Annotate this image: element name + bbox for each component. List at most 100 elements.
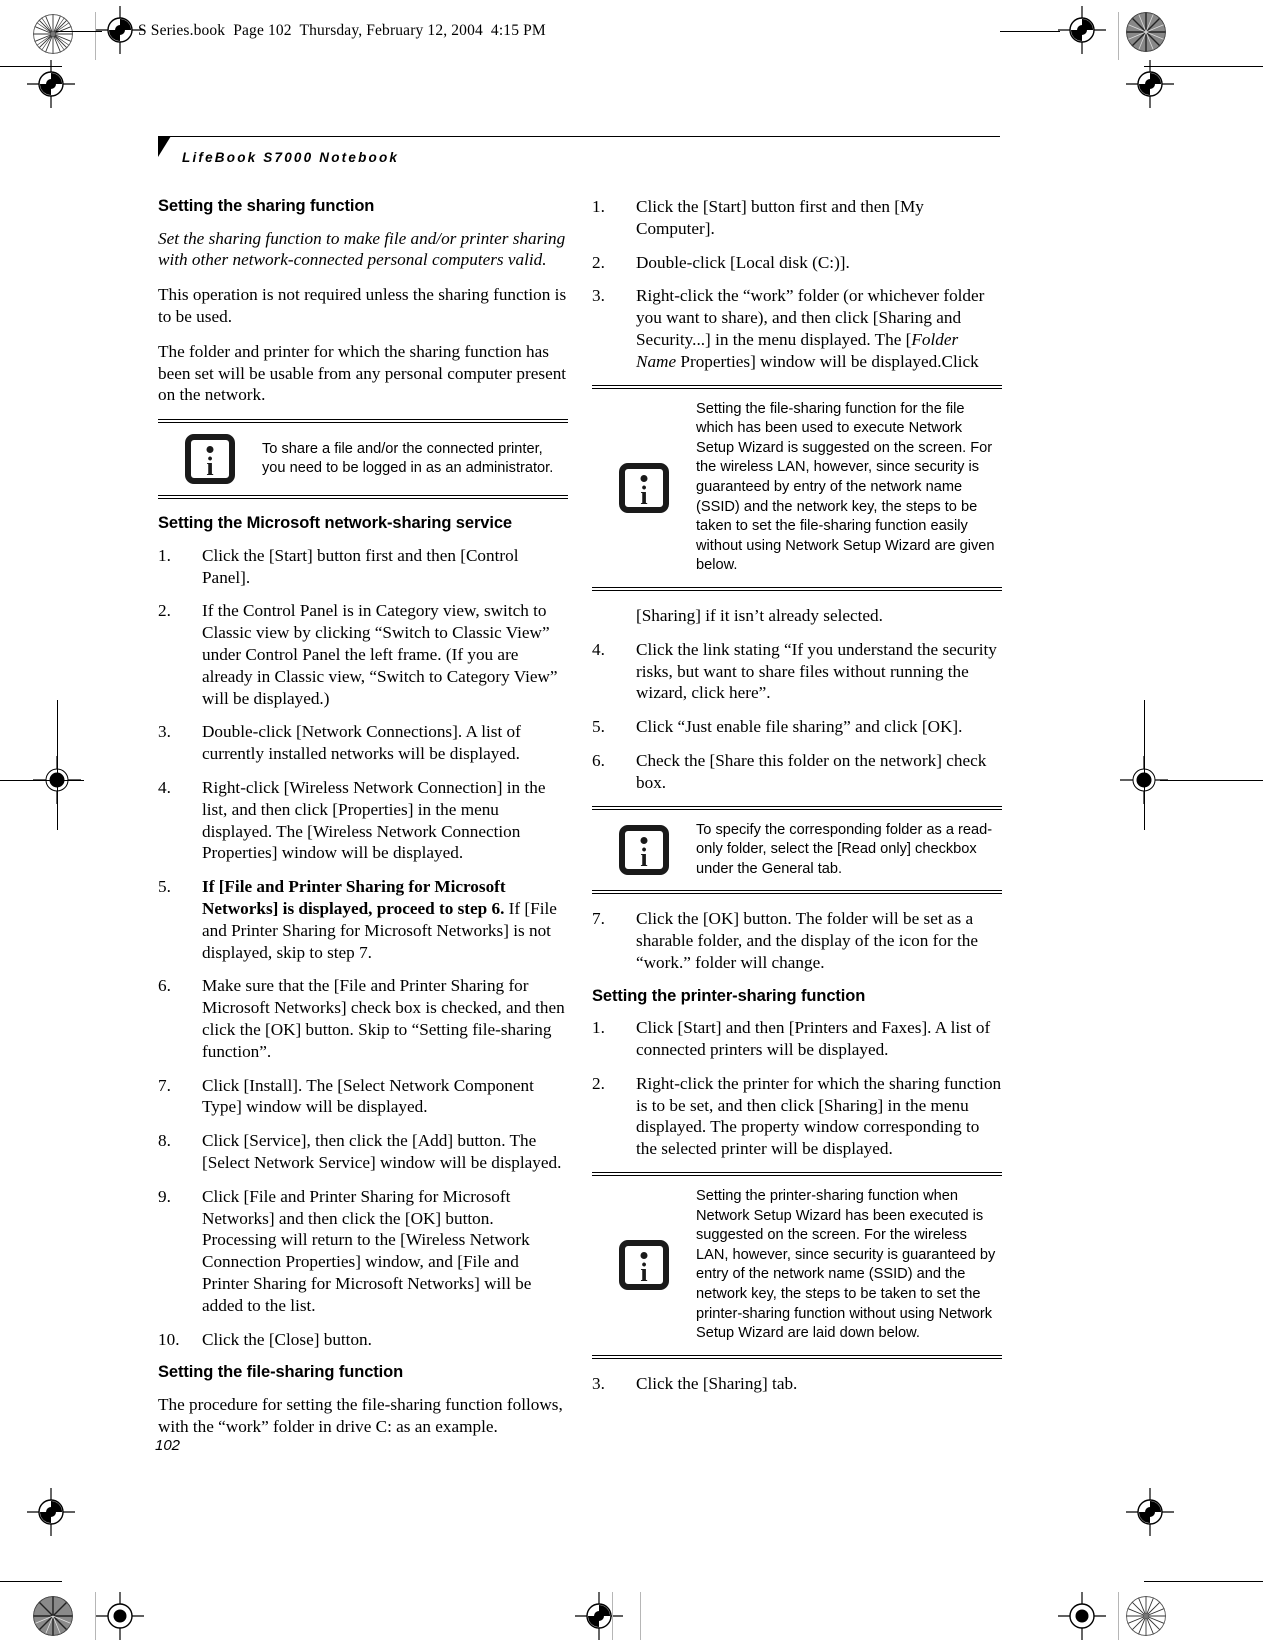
step-text: Right-click the printer for which the sh… <box>636 1073 1002 1159</box>
step-number: 3. <box>592 1373 605 1393</box>
step-number: 7. <box>592 909 605 929</box>
right-steps-list-b: 4. Click the link stating “If you underst… <box>592 639 1002 794</box>
step-number: 1. <box>592 1018 605 1038</box>
list-item: 7. Click [Install]. The [Select Network C… <box>158 1075 568 1119</box>
step-text: Click [File and Printer Sharing for Micr… <box>202 1186 532 1315</box>
right-column: 1. Click the [Start] button first and the… <box>592 196 1002 1407</box>
note-icon-wrap: i <box>592 1240 696 1291</box>
step-text: Double-click [Network Connections]. A li… <box>202 722 521 764</box>
heading-microsoft-network-sharing-service: Setting the Microsoft network-sharing se… <box>158 514 512 533</box>
list-item: 2. Double-click [Local disk (C:)]. <box>592 252 1002 274</box>
paragraph-procedure-file-sharing: The procedure for setting the file-shari… <box>158 1394 563 1436</box>
info-icon-stem: i <box>206 452 214 482</box>
list-item: 1. Click [Start] and then [Printers and F… <box>592 1017 1002 1061</box>
list-item: 7. Click the [OK] button. The folder will… <box>592 908 1002 973</box>
list-item: 5. Click “Just enable file sharing” and c… <box>592 716 1002 738</box>
step-text: Click the [Start] button first and then … <box>636 197 924 238</box>
step-number: 4. <box>592 639 605 659</box>
step-number: 10. <box>158 1329 180 1349</box>
list-item: 1. Click the [Start] button first and the… <box>158 545 568 589</box>
info-icon-stem: i <box>640 480 648 510</box>
step-number: 1. <box>158 545 171 565</box>
running-head: LifeBook S7000 Notebook <box>182 150 400 165</box>
step-text: Click [Start] and then [Printers and Fax… <box>636 1018 991 1060</box>
document-page: S Series.book Page 102 Thursday, Februar… <box>0 0 1263 1650</box>
step-text: Click the [Start] button first and then … <box>202 545 519 587</box>
step-text: Click [Service], then click the [Add] bu… <box>202 1131 562 1172</box>
list-item: 6. Make sure that the [File and Printer S… <box>158 975 568 1062</box>
step-number: 6. <box>592 750 605 770</box>
right-steps-list-c: 7. Click the [OK] button. The folder will… <box>592 908 1002 973</box>
header-rule <box>158 136 1000 137</box>
list-item: 3. Click the [Sharing] tab. <box>592 1373 1002 1395</box>
paragraph-folder-and-printer: The folder and printer for which the sha… <box>158 341 567 405</box>
heading-setting-the-sharing-function: Setting the sharing function <box>158 197 375 215</box>
list-item: 2. If the Control Panel is in Category vi… <box>158 600 568 709</box>
page-number: 102 <box>155 1437 181 1454</box>
step-number: 5. <box>158 877 171 897</box>
step-number: 2. <box>158 601 171 621</box>
info-icon-stem: i <box>640 842 648 872</box>
step-text: Check the [Share this folder on the netw… <box>636 750 987 792</box>
paragraph-operation-not-required: This operation is not required unless th… <box>158 285 567 327</box>
step-number: 3. <box>158 722 171 742</box>
book-file-header: S Series.book Page 102 Thursday, Februar… <box>138 22 546 39</box>
note-icon-wrap: i <box>592 824 696 875</box>
info-icon: i <box>619 824 669 875</box>
right-steps-list-e: 3. Click the [Sharing] tab. <box>592 1373 1002 1395</box>
note-text: To specify the corresponding folder as a… <box>696 821 993 877</box>
step-number: 2. <box>592 252 605 272</box>
continuation-text: [Sharing] if it isn’t already selected. <box>636 605 883 625</box>
step-text: Double-click [Local disk (C:)]. <box>636 252 850 272</box>
list-item: 4. Click the link stating “If you underst… <box>592 639 1002 704</box>
step-number: 2. <box>592 1073 605 1093</box>
step-number: 3. <box>592 286 605 306</box>
step-text: If the Control Panel is in Category view… <box>202 601 558 708</box>
list-item: 8. Click [Service], then click the [Add] … <box>158 1130 568 1174</box>
note-icon-wrap: i <box>592 462 696 513</box>
right-steps-list-a: 1. Click the [Start] button first and the… <box>592 196 1002 373</box>
note-rule-bottom <box>592 1354 1002 1359</box>
note-icon-wrap: i <box>158 434 262 485</box>
step-text-tail: Properties] window will be displayed.Cli… <box>676 351 979 371</box>
info-icon-stem: i <box>640 1258 648 1288</box>
list-item: 10. Click the [Close] button. <box>158 1329 568 1351</box>
info-icon: i <box>185 434 235 485</box>
step-text: Click the [OK] button. The folder will b… <box>636 909 978 972</box>
step-number: 8. <box>158 1131 171 1151</box>
step-number: 7. <box>158 1075 171 1095</box>
list-item: 2. Right-click the printer for which the … <box>592 1073 1002 1160</box>
list-item: 3. Right-click the “work” folder (or whic… <box>592 285 1002 372</box>
step-continuation-text: [Sharing] if it isn’t already selected. <box>592 605 1002 627</box>
step-number: 4. <box>158 778 171 797</box>
heading-file-sharing-function: Setting the file-sharing function <box>158 1363 404 1382</box>
header-tab-marker <box>158 136 171 157</box>
note-text: Setting the file-sharing function for th… <box>696 400 995 574</box>
list-item: 5. If [File and Printer Sharing for Micro… <box>158 876 568 963</box>
left-steps-list: 1. Click the [Start] button first and the… <box>158 545 568 1351</box>
info-icon: i <box>619 462 669 513</box>
note-rule-bottom <box>592 586 1002 591</box>
note-rule-bottom <box>158 495 568 500</box>
list-item: 6. Check the [Share this folder on the ne… <box>592 750 1002 794</box>
info-icon: i <box>619 1240 669 1291</box>
list-item: 3. Double-click [Network Connections]. A … <box>158 721 568 765</box>
step-text: Click the link stating “If you understan… <box>636 639 997 703</box>
step-text: Right-click [Wireless Network Connection… <box>202 778 546 863</box>
step-text: Click “Just enable file sharing” and cli… <box>636 717 963 737</box>
note-box-printer-sharing-wizard: i Setting the printer-sharing function w… <box>592 1172 1002 1359</box>
note-text: To share a file and/or the connected pri… <box>262 440 554 477</box>
step-text: Make sure that the [File and Printer Sha… <box>202 976 565 1061</box>
right-steps-list-d: 1. Click [Start] and then [Printers and F… <box>592 1017 1002 1160</box>
note-box-file-sharing-wizard: i Setting the file-sharing function for … <box>592 384 1002 591</box>
list-item: 1. Click the [Start] button first and the… <box>592 196 1002 240</box>
step-text: Click [Install]. The [Select Network Com… <box>202 1075 534 1117</box>
step-text: Click the [Sharing] tab. <box>636 1373 798 1393</box>
left-column: Setting the sharing function Set the sha… <box>158 196 568 1451</box>
step-text: Click the [Close] button. <box>202 1329 372 1349</box>
step-number: 9. <box>158 1186 171 1206</box>
step-number: 5. <box>592 717 605 737</box>
note-rule-bottom <box>592 890 1002 895</box>
intro-italic-paragraph: Set the sharing function to make file an… <box>158 228 566 270</box>
note-text: Setting the printer-sharing function whe… <box>696 1188 996 1342</box>
